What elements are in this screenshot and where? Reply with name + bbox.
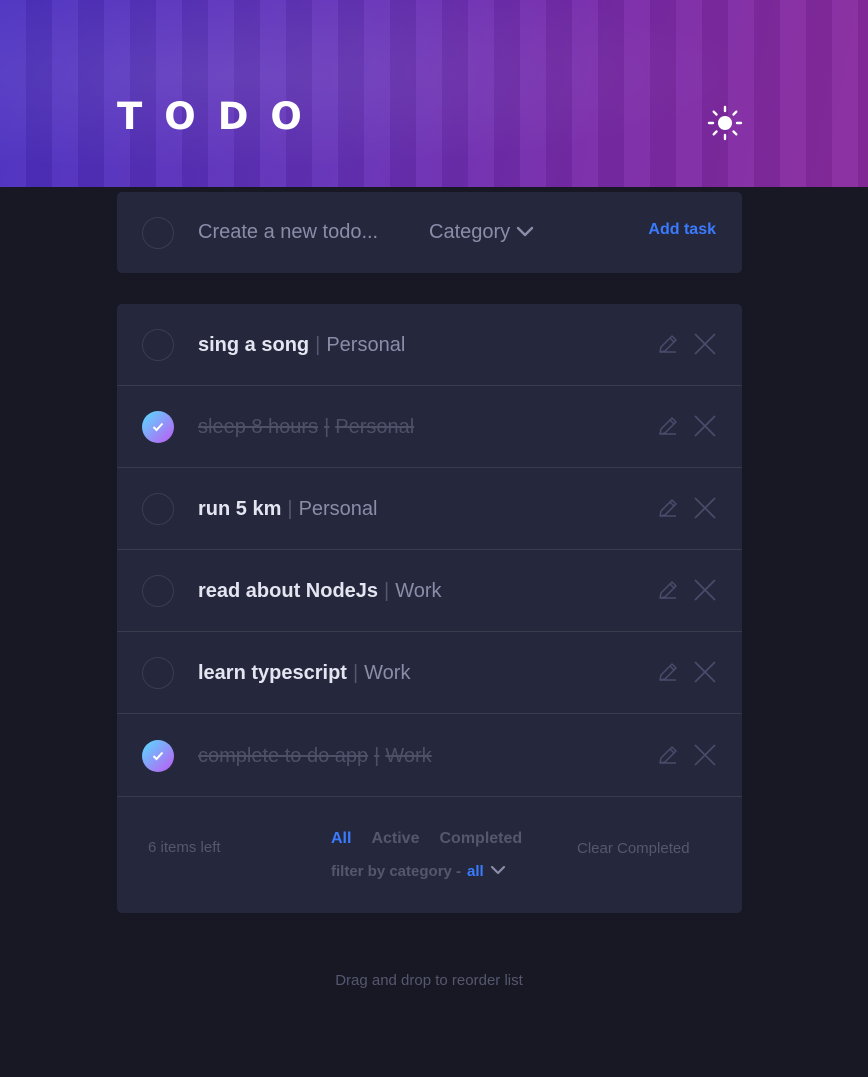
category-filter-value[interactable]: all bbox=[467, 863, 484, 880]
pencil-icon[interactable] bbox=[656, 496, 680, 520]
filter-all[interactable]: All bbox=[331, 830, 351, 848]
list-footer: 6 items left All Active Completed filter… bbox=[117, 797, 742, 913]
todo-item[interactable]: complete to do app | Work bbox=[117, 715, 742, 797]
new-todo-checkbox[interactable] bbox=[142, 217, 174, 249]
category-filter-label: filter by category - bbox=[331, 863, 462, 880]
todo-text: sleep 8 hours | Personal bbox=[198, 412, 414, 442]
close-icon[interactable] bbox=[693, 332, 717, 356]
chevron-down-icon[interactable] bbox=[490, 863, 506, 880]
new-todo-card: Category Add task bbox=[117, 192, 742, 273]
todo-item[interactable]: run 5 km | Personal bbox=[117, 468, 742, 550]
new-todo-input[interactable] bbox=[198, 216, 408, 248]
todo-category: Personal bbox=[326, 334, 406, 356]
category-filter: filter by category - all bbox=[331, 863, 506, 880]
chevron-down-icon bbox=[516, 221, 534, 244]
todo-category: Work bbox=[395, 580, 442, 602]
todo-category: Personal bbox=[298, 498, 378, 520]
close-icon[interactable] bbox=[693, 414, 717, 438]
todo-checkbox[interactable] bbox=[142, 493, 174, 525]
pencil-icon[interactable] bbox=[656, 414, 680, 438]
close-icon[interactable] bbox=[693, 743, 717, 767]
todo-text: run 5 km | Personal bbox=[198, 494, 378, 524]
pencil-icon[interactable] bbox=[656, 743, 680, 767]
items-left-count: 6 items left bbox=[148, 839, 221, 856]
close-icon[interactable] bbox=[693, 660, 717, 684]
category-dropdown[interactable]: Category bbox=[429, 218, 534, 246]
pencil-icon[interactable] bbox=[656, 660, 680, 684]
todo-item[interactable]: learn typescript | Work bbox=[117, 632, 742, 714]
todo-text: learn typescript | Work bbox=[198, 658, 410, 688]
todo-separator: | bbox=[384, 580, 390, 602]
category-dropdown-label: Category bbox=[429, 220, 511, 243]
check-icon bbox=[152, 751, 164, 761]
filter-active[interactable]: Active bbox=[371, 830, 419, 848]
sun-icon[interactable] bbox=[707, 105, 743, 141]
todo-list: sing a song | Personal sleep 8 hours | Perso… bbox=[117, 304, 742, 913]
todo-text: read about NodeJs | Work bbox=[198, 576, 442, 606]
add-task-button[interactable]: Add task bbox=[648, 221, 716, 239]
app-title: TODO bbox=[117, 95, 324, 138]
todo-separator: | bbox=[287, 498, 293, 520]
todo-checkbox[interactable] bbox=[142, 329, 174, 361]
todo-checkbox[interactable] bbox=[142, 575, 174, 607]
todo-category: Personal bbox=[335, 416, 415, 438]
header-banner: TODO bbox=[0, 0, 868, 187]
todo-text: complete to do app | Work bbox=[198, 741, 432, 771]
filter-completed[interactable]: Completed bbox=[439, 830, 522, 848]
todo-item[interactable]: sleep 8 hours | Personal bbox=[117, 386, 742, 468]
checked-checkbox[interactable] bbox=[142, 411, 174, 443]
todo-separator: | bbox=[352, 662, 359, 684]
todo-task: run 5 km bbox=[198, 498, 282, 520]
reorder-hint: Drag and drop to reorder list bbox=[335, 972, 523, 989]
checked-checkbox[interactable] bbox=[142, 740, 174, 772]
clear-completed-button[interactable]: Clear Completed bbox=[577, 840, 690, 857]
todo-item[interactable]: sing a song | Personal bbox=[117, 304, 742, 386]
pencil-icon[interactable] bbox=[656, 332, 680, 356]
check-icon bbox=[152, 422, 164, 432]
todo-text: sing a song | Personal bbox=[198, 330, 405, 360]
todo-checkbox[interactable] bbox=[142, 657, 174, 689]
todo-separator: | bbox=[324, 416, 330, 438]
todo-category: Work bbox=[364, 662, 411, 684]
todo-task: read about NodeJs bbox=[198, 580, 379, 602]
close-icon[interactable] bbox=[693, 578, 717, 602]
todo-separator: | bbox=[315, 334, 321, 356]
todo-task: sleep 8 hours bbox=[198, 416, 319, 438]
todo-task: complete to do app bbox=[198, 745, 369, 767]
todo-task: learn typescript bbox=[198, 662, 347, 684]
close-icon[interactable] bbox=[693, 496, 717, 520]
todo-item[interactable]: read about NodeJs | Work bbox=[117, 550, 742, 632]
pencil-icon[interactable] bbox=[656, 578, 680, 602]
todo-task: sing a song bbox=[198, 334, 310, 356]
todo-separator: | bbox=[374, 745, 380, 767]
status-filters: All Active Completed bbox=[331, 830, 522, 848]
todo-category: Work bbox=[385, 745, 432, 767]
